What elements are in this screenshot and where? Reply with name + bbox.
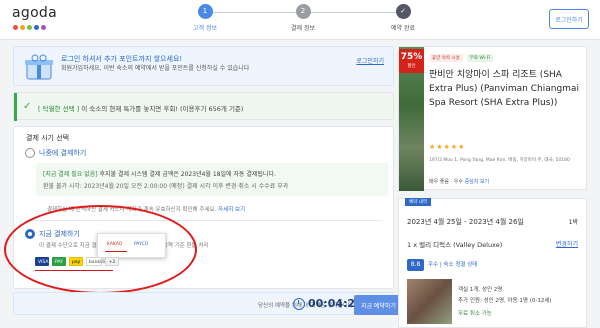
visa-icon[interactable]: VISA: [35, 257, 49, 266]
gift-icon: [25, 54, 53, 80]
room-type: 1 x 밸리 디럭스 (Valley Deluxe): [407, 241, 503, 249]
payment-methods: VISA PAY pay banking +2: [35, 257, 119, 266]
top-header: agoda 1 고객 정보 2 결제 정보 ✓ 예약 완료 로그인하기: [0, 0, 600, 40]
star-rating: ★★★★★: [429, 143, 466, 151]
hotel-summary-card: 75% 할인 휴양 숙박 시설 무료 Wi-Fi 판비안 치앙마이 스파 리조트…: [398, 46, 587, 191]
step-label: 고객 정보: [193, 25, 217, 32]
promo-body: 회원가입하세요, 이번 숙소의 예약에서 받을 포인트를 신청하실 수 있습니다: [61, 65, 250, 72]
logo-dot: [27, 25, 32, 30]
small-note-text: 결제하실 때 선택하신 결제 카드나 계좌가 계속 유효하신지 확인해 주세요.: [47, 207, 217, 213]
step-payment-info: 2 결제 정보: [268, 4, 338, 32]
banking-icon[interactable]: banking: [86, 257, 107, 266]
divider: [26, 220, 383, 221]
logo-text: agoda: [12, 5, 57, 21]
pay-icon[interactable]: PAY: [52, 257, 66, 266]
step-number: 2: [295, 4, 311, 19]
notice-accent-bar: [14, 93, 17, 121]
notice-body: 이 숙소의 현재 특가를 놓치면 후회! (이용후기 656개 기준): [81, 105, 244, 113]
wifi-badge: 무료 Wi-Fi: [466, 54, 494, 62]
promo-login-link[interactable]: 로그인하기: [356, 56, 384, 65]
step-number: 1: [197, 4, 213, 19]
progress-steps: 1 고객 정보 2 결제 정보 ✓ 예약 완료: [170, 4, 435, 34]
pay-later-label[interactable]: 나중에 결제하기: [39, 148, 86, 158]
step-label: 결제 정보: [291, 25, 315, 32]
notice-text: [ 탁월한 선택 ] 이 숙소의 현재 특가를 놓치면 후회! (이용후기 65…: [38, 103, 243, 113]
kakaopay-icon[interactable]: pay: [69, 257, 83, 266]
review-score: 8.8: [407, 259, 424, 271]
hotel-badges: 휴양 숙박 시설 무료 Wi-Fi: [429, 54, 494, 62]
payment-logo-popup: KAKAO PAYCO: [97, 233, 166, 258]
review-score-text: 우수 | 숙소 청결 상태: [428, 262, 478, 268]
notice-tag: [ 탁월한 선택 ]: [38, 105, 80, 113]
step-label: 예약 완료: [391, 25, 415, 32]
price-timer-bar: 당신의 예약을 위해 이 가격은 유지됩니다 00:04:24 지금 예약하기: [13, 292, 403, 315]
login-promo-card: 로그인 하셔서 추가 포인트까지 쌓으세요! 회원가입하세요, 이번 숙소의 예…: [13, 46, 394, 86]
clock-icon: [293, 298, 305, 310]
pay-now-radio[interactable]: [25, 229, 35, 239]
pay-later-info-box: [지금 결제 필요 없음] 후지불 결제 시스템 결제 금액은 2023년4월 …: [36, 163, 388, 196]
booking-tag: 예약 내역: [405, 198, 431, 206]
rating-text: 매우 좋음 · 우수: [429, 179, 463, 185]
red-underline: [105, 251, 127, 252]
great-choice-notice: ✓ [ 탁월한 선택 ] 이 숙소의 현재 특가를 놓치면 후회! (이용후기 …: [13, 92, 394, 121]
hotel-name: 판비안 치앙마이 스파 리조트 (SHA Extra Plus) (Panvim…: [429, 70, 579, 108]
resort-badge: 휴양 숙박 시설: [429, 54, 463, 62]
hotel-address: 197/2 Moo 1, Pong Yang, Mae Rim, 매림, 치앙마…: [429, 158, 570, 163]
pay-later-tag: [지금 결제 필요 없음]: [43, 171, 98, 178]
nights-count: 1박: [568, 219, 578, 226]
pay-later-line2: 환불 불가 시각: 2023년4월 20일 오전 2:00:00 (예정) 결제…: [43, 183, 289, 190]
pay-later-radio[interactable]: [25, 148, 35, 158]
pay-later-text: 후지불 결제 시스템 결제 금액은 2023년4월 18일에 자동 결제됩니다.: [99, 171, 276, 178]
more-methods[interactable]: +2: [105, 257, 119, 266]
payment-section-title: 결제 시기 선택: [26, 134, 70, 142]
pay-later-line1: [지금 결제 필요 없음] 후지불 결제 시스템 결제 금액은 2023년4월 …: [43, 169, 276, 178]
discount-badge: 75% 할인: [399, 49, 424, 73]
payment-small-note: 결제하실 때 선택하신 결제 카드나 계좌가 계속 유효하신지 확인해 주세요.…: [47, 205, 245, 213]
booking-details-card: 예약 내역 2023년 4월 25일 - 2023년 4월 26일 1박 1 x…: [398, 198, 587, 328]
logo-dot: [41, 25, 46, 30]
discount-label: 할인: [407, 64, 416, 69]
check-icon: ✓: [23, 101, 32, 112]
pay-now-label[interactable]: 지금 결제하기: [39, 229, 80, 239]
room-photo: [407, 279, 452, 324]
free-cancel-note: 무료 취소 가능: [458, 311, 492, 317]
logo-dot: [34, 25, 39, 30]
payco-logo: PAYCO: [134, 242, 149, 247]
map-link[interactable]: 중심지 보기: [465, 179, 490, 185]
hotel-meta: 매우 좋음 · 우수 중심지 보기: [429, 178, 489, 185]
logo-dots: [13, 25, 46, 30]
room-occupancy: 객실 1개, 성인 2명: [458, 287, 503, 293]
stay-dates: 2023년 4월 25일 - 2023년 4월 26일: [407, 218, 524, 226]
red-underline: [35, 270, 113, 271]
change-room-link[interactable]: 변경하기: [556, 239, 578, 248]
logo-dot: [13, 25, 18, 30]
login-button[interactable]: 로그인하기: [549, 9, 589, 29]
details-link[interactable]: 자세히 보기: [218, 207, 245, 213]
room-guests: 추가 인원: 성인 2명, 아동 1명 (0-12세): [458, 298, 552, 304]
step-customer-info: 1 고객 정보: [170, 4, 240, 32]
agoda-logo[interactable]: agoda: [12, 5, 57, 30]
check-icon: ✓: [395, 4, 411, 19]
promo-title: 로그인 하셔서 추가 포인트까지 쌓으세요!: [61, 55, 183, 63]
payment-timing-card: 결제 시기 선택 나중에 결제하기 [지금 결제 필요 없음] 후지불 결제 시…: [13, 126, 394, 289]
logo-dot: [20, 25, 25, 30]
discount-percent: 75%: [400, 52, 423, 62]
book-now-button[interactable]: 지금 예약하기: [354, 295, 403, 315]
step-booking-complete: ✓ 예약 완료: [368, 4, 438, 32]
kakaopay-logo: KAKAO: [107, 242, 123, 247]
